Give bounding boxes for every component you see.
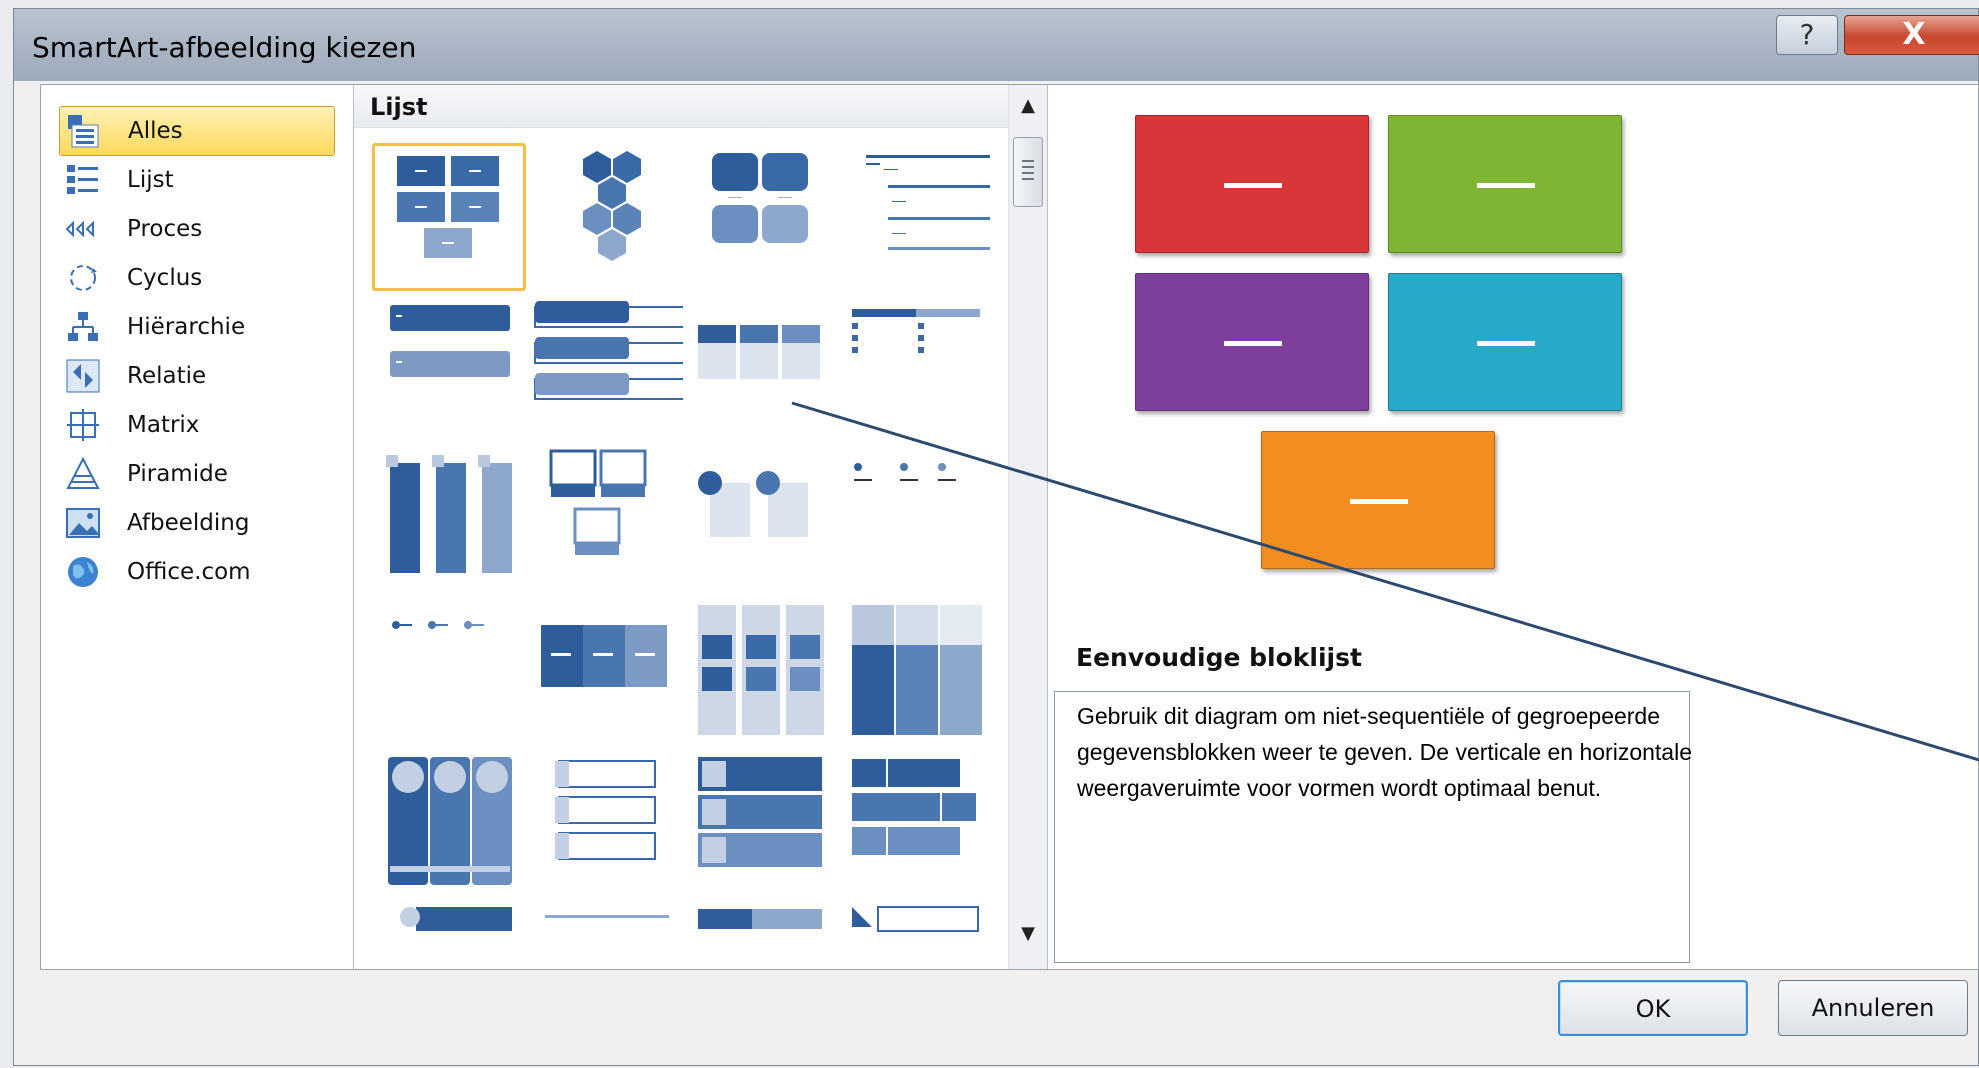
preview-block-red [1135, 115, 1369, 253]
layout-thumb-vertical-box-list[interactable] [372, 447, 526, 595]
layout-thumb-stacked-list[interactable] [372, 295, 526, 443]
layout-thumb-picture-caption-list[interactable] [529, 447, 683, 595]
gallery-header: Lijst [354, 85, 1008, 128]
layout-thumb-partial-1[interactable] [372, 903, 526, 969]
category-item-hierarchie[interactable]: Hiërarchie [59, 302, 335, 352]
layout-thumb-table-list[interactable] [838, 295, 992, 443]
category-label: Hiërarchie [127, 314, 246, 340]
list-icon [63, 160, 103, 200]
layout-thumb-pin-list[interactable] [372, 599, 526, 747]
category-item-relatie[interactable]: Relatie [59, 351, 335, 401]
cycle-icon [63, 258, 103, 298]
category-label: Cyclus [127, 265, 203, 291]
layout-thumb-horizontal-bullet-list[interactable] [684, 295, 838, 443]
category-item-piramide[interactable]: Piramide [59, 449, 335, 499]
dialog-content: Alles Lijst Proces Cyclus Hiërarchie Rel… [40, 84, 1979, 970]
layout-thumb-partial-3[interactable] [684, 903, 838, 969]
category-label: Piramide [127, 461, 228, 487]
pyramid-icon [63, 454, 103, 494]
category-item-afbeelding[interactable]: Afbeelding [59, 498, 335, 548]
category-label: Proces [127, 216, 203, 242]
category-item-proces[interactable]: Proces [59, 204, 335, 254]
layout-gallery: Lijst ▲ ▼ [354, 85, 1048, 969]
globe-icon [63, 552, 103, 592]
help-button[interactable]: ? [1776, 15, 1838, 55]
category-label: Office.com [127, 559, 251, 585]
layout-thumb-staggered-blocks[interactable] [838, 751, 992, 899]
category-label: Afbeelding [127, 510, 250, 536]
scroll-thumb[interactable] [1013, 137, 1043, 207]
scroll-down-arrow-icon[interactable]: ▼ [1009, 923, 1047, 953]
category-item-matrix[interactable]: Matrix [59, 400, 335, 450]
gallery-scrollbar[interactable]: ▲ ▼ [1008, 85, 1047, 969]
preview-block-cyan [1388, 273, 1622, 411]
layout-thumb-partial-4[interactable] [838, 903, 992, 969]
process-icon [63, 209, 103, 249]
category-label: Matrix [127, 412, 200, 438]
layout-thumb-horizontal-blocks[interactable] [529, 599, 683, 747]
layout-thumb-grouped-blocks[interactable] [684, 599, 838, 747]
category-label: Lijst [127, 167, 174, 193]
layout-thumb-circle-arrow-list[interactable] [372, 751, 526, 899]
layout-thumb-bending-list[interactable] [838, 447, 992, 595]
layout-thumb-circle-labels[interactable] [684, 447, 838, 595]
layout-description: Gebruik dit diagram om niet-sequentiële … [1077, 703, 1692, 801]
relationship-icon [63, 356, 103, 396]
layout-thumb-hexagon-cluster[interactable] [529, 143, 683, 291]
all-icon [64, 111, 104, 151]
layout-thumb-vertical-bullet-list[interactable] [529, 295, 683, 443]
preview-block-purple [1135, 273, 1369, 411]
layout-thumb-basic-block-list[interactable] [372, 143, 526, 291]
scroll-up-arrow-icon[interactable]: ▲ [1009, 95, 1047, 125]
layout-thumb-stacked-columns[interactable] [838, 599, 992, 747]
hierarchy-icon [63, 307, 103, 347]
category-label: Alles [128, 118, 183, 144]
category-list: Alles Lijst Proces Cyclus Hiërarchie Rel… [41, 85, 354, 969]
cancel-button[interactable]: Annuleren [1778, 980, 1968, 1036]
category-item-alles[interactable]: Alles [59, 106, 335, 156]
layout-thumb-picture-list[interactable] [684, 751, 838, 899]
preview-block-green [1388, 115, 1622, 253]
layout-name: Eenvoudige bloklijst [1076, 643, 1362, 672]
gallery-title: Lijst [370, 93, 428, 121]
matrix-icon [63, 405, 103, 445]
category-item-office-com[interactable]: Office.com [59, 547, 335, 597]
description-box: Gebruik dit diagram om niet-sequentiële … [1054, 691, 1692, 963]
layout-thumb-tab-list[interactable] [529, 751, 683, 899]
category-item-cyclus[interactable]: Cyclus [59, 253, 335, 303]
picture-icon [63, 503, 103, 543]
category-item-lijst[interactable]: Lijst [59, 155, 335, 205]
close-button[interactable]: X [1844, 15, 1979, 55]
layout-thumb-rounded-blocks[interactable] [684, 143, 838, 291]
preview-pane: Eenvoudige bloklijst Gebruik dit diagram… [1048, 85, 1978, 969]
category-label: Relatie [127, 363, 207, 389]
dialog-title: SmartArt-afbeelding kiezen [32, 31, 417, 64]
title-bar[interactable]: SmartArt-afbeelding kiezen ? X [14, 9, 1979, 81]
grip-icon [1022, 160, 1034, 182]
preview-block-orange [1261, 431, 1495, 569]
layout-thumb-partial-2[interactable] [529, 903, 683, 969]
layout-thumb-lined-list[interactable] [838, 143, 992, 291]
ok-button[interactable]: OK [1558, 980, 1748, 1036]
